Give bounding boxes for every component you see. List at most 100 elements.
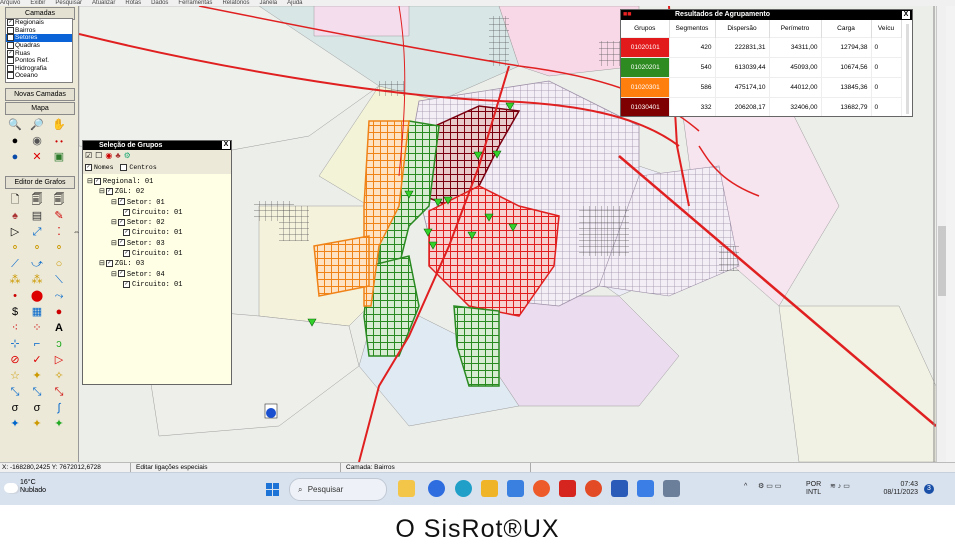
- column-header[interactable]: Grupos: [621, 20, 670, 38]
- person3-icon[interactable]: ✦: [52, 418, 66, 431]
- chart-icon[interactable]: ▤: [30, 210, 44, 223]
- pointer-icon[interactable]: ▷: [8, 226, 22, 239]
- layer-checkbox[interactable]: ✓: [7, 34, 14, 42]
- tree-node[interactable]: ⊟ ✓ Setor: 03: [83, 239, 229, 249]
- network-volume-icon[interactable]: ≋ ♪ ▭: [830, 483, 850, 491]
- store-icon[interactable]: [507, 480, 524, 497]
- check-icon[interactable]: ✓: [30, 354, 44, 367]
- sphere-icon[interactable]: ●: [8, 151, 22, 164]
- trail2-icon[interactable]: ⤡: [30, 386, 44, 399]
- layer-checkbox[interactable]: [7, 72, 14, 80]
- column-header[interactable]: Segmentos: [669, 20, 716, 38]
- tree-node[interactable]: ✓ Circuito: 01: [83, 208, 229, 218]
- column-header[interactable]: Veícu: [871, 20, 902, 38]
- curve3-icon[interactable]: ∫: [52, 402, 66, 415]
- forbid-icon[interactable]: ⊘: [8, 354, 22, 367]
- windows-start-icon[interactable]: [266, 483, 279, 496]
- table-icon[interactable]: ▦: [30, 306, 44, 319]
- tree-view-icon[interactable]: ♣: [115, 151, 123, 160]
- person-icon[interactable]: ✦: [8, 418, 22, 431]
- paste-doc-icon[interactable]: 🗐: [52, 194, 66, 207]
- tree-checkbox[interactable]: ✓: [123, 208, 130, 216]
- centros-checkbox[interactable]: [120, 163, 128, 171]
- layer-item[interactable]: Quadras: [6, 41, 72, 50]
- tree-checkbox[interactable]: ✓: [105, 187, 113, 195]
- flow-icon[interactable]: ⤳: [52, 290, 66, 303]
- expand-icon[interactable]: ⊟: [87, 178, 93, 186]
- tree-checkbox[interactable]: ✓: [123, 249, 130, 257]
- clock[interactable]: 07:43 08/11/2023: [876, 481, 918, 497]
- tree-checkbox[interactable]: ✓: [123, 229, 130, 237]
- word-icon[interactable]: [611, 480, 628, 497]
- edge-icon[interactable]: ⤢: [30, 226, 44, 239]
- app-icon[interactable]: [585, 480, 602, 497]
- file-explorer-icon[interactable]: [481, 480, 498, 497]
- axis2-icon[interactable]: ⌐: [30, 338, 44, 351]
- chat-app-icon[interactable]: [428, 480, 445, 497]
- layers-list[interactable]: ✓ Regionais Bairros ✓ Setores Quadras ✓ Ruas Pon…: [5, 18, 73, 83]
- settings-icon[interactable]: ⚙: [124, 151, 134, 160]
- uncheck-all-icon[interactable]: ☐: [95, 151, 105, 160]
- dots-icon[interactable]: • •: [52, 135, 66, 148]
- novas-camadas-button[interactable]: Novas Camadas: [5, 88, 75, 101]
- sisrot-app-icon[interactable]: [663, 480, 680, 497]
- layer-item[interactable]: Oceano: [6, 72, 72, 80]
- dot-red-icon[interactable]: ●: [52, 306, 66, 319]
- layer-checkbox[interactable]: [7, 64, 14, 72]
- text-icon[interactable]: A: [52, 322, 66, 335]
- results-window-close-button[interactable]: X: [902, 11, 910, 19]
- layer-checkbox[interactable]: ✓: [7, 19, 14, 26]
- groups-window-close-button[interactable]: X: [222, 141, 230, 149]
- layer-checkbox[interactable]: [7, 26, 14, 34]
- tray-overflow-icon[interactable]: ^: [744, 483, 747, 491]
- expand-icon[interactable]: ⊟: [111, 219, 117, 227]
- globe-icon[interactable]: ◉: [30, 135, 44, 148]
- route2-icon[interactable]: ⤻: [30, 258, 44, 271]
- tree-node[interactable]: ⊟ ✓ Setor: 02: [83, 218, 229, 228]
- star3-icon[interactable]: ✧: [52, 370, 66, 383]
- layer-item[interactable]: ✓ Regionais: [6, 19, 72, 27]
- color-picker-icon[interactable]: ◉: [105, 151, 115, 160]
- tree-checkbox[interactable]: ✓: [105, 260, 113, 268]
- tree-node[interactable]: ✓ Circuito: 01: [83, 249, 229, 259]
- tree-node[interactable]: ⊟ ✓ ZGL: 02: [83, 187, 229, 197]
- tree-checkbox[interactable]: ✓: [117, 198, 125, 206]
- layer-checkbox[interactable]: [7, 41, 14, 49]
- notification-badge[interactable]: 3: [924, 484, 934, 494]
- table-row[interactable]: 01020101 420 222831,31 34311,00 12794,38 0: [621, 37, 902, 58]
- scatter-icon[interactable]: ⁖: [8, 322, 22, 335]
- layer-item[interactable]: Pontos Ref.: [6, 57, 72, 65]
- expand-icon[interactable]: ⊟: [99, 188, 105, 196]
- mapa-button[interactable]: Mapa: [5, 102, 75, 115]
- layer-checkbox[interactable]: ✓: [7, 49, 14, 57]
- trail-icon[interactable]: ⤡: [8, 386, 22, 399]
- chain3-icon[interactable]: ⚬: [52, 242, 66, 255]
- tree-checkbox[interactable]: ✓: [117, 270, 125, 278]
- chain-icon[interactable]: ⚬: [8, 242, 22, 255]
- table-row[interactable]: 01020201 540 613039,44 45093,00 10674,56 0: [621, 57, 902, 78]
- circle-icon[interactable]: ○: [52, 258, 66, 271]
- expand-icon[interactable]: ⊟: [111, 199, 117, 207]
- widgets-app-icon[interactable]: [398, 480, 415, 497]
- tree-checkbox[interactable]: ✓: [117, 218, 125, 226]
- collapse-panel-icon[interactable]: ⇔: [73, 229, 80, 236]
- pen-icon[interactable]: ✎: [52, 210, 66, 223]
- axis-icon[interactable]: ⊹: [8, 338, 22, 351]
- expand-icon[interactable]: ⊟: [111, 240, 117, 248]
- group2-icon[interactable]: ⁂: [30, 274, 44, 287]
- zoom-in-icon[interactable]: 🔍: [8, 119, 22, 132]
- layer-item[interactable]: Bairros: [6, 26, 72, 35]
- scatter2-icon[interactable]: ⁘: [30, 322, 44, 335]
- column-header[interactable]: Perímetro: [769, 20, 822, 38]
- zoom-out-icon[interactable]: 🔎: [30, 119, 44, 132]
- acrobat-icon[interactable]: [559, 480, 576, 497]
- chain2-icon[interactable]: ⚬: [30, 242, 44, 255]
- expand-icon[interactable]: ⊟: [99, 260, 105, 268]
- new-doc-icon[interactable]: 🗋: [8, 194, 22, 207]
- tree-icon[interactable]: ♠: [8, 210, 22, 223]
- edge-browser-icon[interactable]: [455, 480, 472, 497]
- results-window-titlebar[interactable]: ■■ Resultados de Agrupamento X: [621, 10, 912, 20]
- star-icon[interactable]: ☆: [8, 370, 22, 383]
- tree-checkbox[interactable]: ✓: [117, 239, 125, 247]
- tree-node[interactable]: ⊟ ✓ Setor: 04: [83, 270, 229, 280]
